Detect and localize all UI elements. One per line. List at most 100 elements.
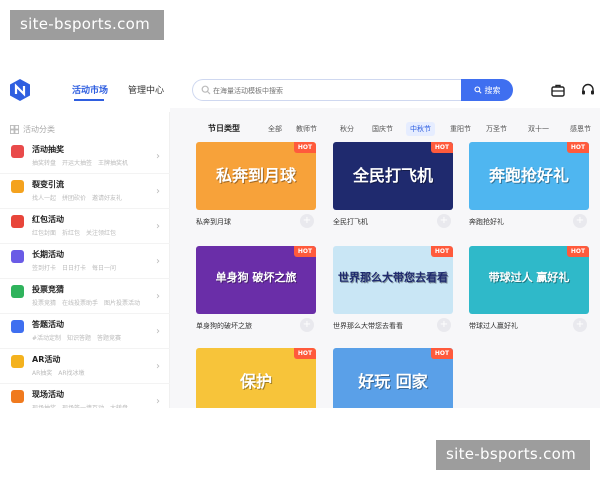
- search-box: [192, 79, 462, 101]
- sidebar-sub-link[interactable]: 签到打卡: [32, 265, 56, 272]
- activity-card[interactable]: 带球过人 赢好礼 HOT 带球过人赢好礼 +: [469, 246, 589, 346]
- card-thumbnail[interactable]: 私奔到月球 HOT: [196, 142, 316, 210]
- sidebar-item[interactable]: 现场活动现场抽奖 现场签一墙互动 大转盘 ›: [0, 385, 170, 408]
- card-art-text: 带球过人 赢好礼: [488, 270, 570, 284]
- sidebar-sub-link[interactable]: 找人一起: [32, 195, 56, 202]
- tab-management-center[interactable]: 管理中心: [128, 83, 164, 96]
- sidebar-item[interactable]: 红包活动红包封面 拆红包 关注领红包 ›: [0, 210, 170, 244]
- sidebar-item[interactable]: 长期活动 签到打卡 日日打卡 每日一问 ›: [0, 245, 170, 279]
- activity-card[interactable]: 好玩 回家 HOT: [333, 348, 453, 408]
- calendar-icon: [11, 250, 24, 263]
- card-thumbnail[interactable]: 带球过人 赢好礼 HOT: [469, 246, 589, 314]
- briefcase-icon[interactable]: [550, 82, 566, 98]
- card-title[interactable]: 奔跑抢好礼: [469, 217, 504, 227]
- filter-chip[interactable]: 教师节: [292, 122, 321, 136]
- sidebar-sub-link[interactable]: 现场签一墙互动: [62, 405, 104, 408]
- chevron-right-icon: ›: [156, 221, 160, 232]
- activity-card[interactable]: 单身狗 破坏之旅 HOT 单身狗的破坏之旅 +: [196, 246, 316, 346]
- sidebar-sub-link[interactable]: 知识答题: [67, 335, 91, 342]
- filter-chip[interactable]: 中秋节: [406, 122, 435, 136]
- filter-chip[interactable]: 国庆节: [368, 122, 397, 136]
- sidebar-sub-link[interactable]: 答题竞赛: [97, 335, 121, 342]
- activity-card[interactable]: 世界那么大带您去看看 HOT 世界那么大带您去看看 +: [333, 246, 453, 346]
- vote-icon: [11, 285, 24, 298]
- activity-card[interactable]: 全民打飞机 HOT 全民打飞机 +: [333, 142, 453, 242]
- app-logo-icon[interactable]: [8, 78, 32, 102]
- sidebar-sub-link[interactable]: 投票竞猜: [32, 300, 56, 307]
- sidebar-sub-link[interactable]: AR抽奖: [32, 370, 52, 377]
- hot-badge: HOT: [294, 246, 316, 257]
- card-thumbnail[interactable]: 世界那么大带您去看看 HOT: [333, 246, 453, 314]
- activity-card[interactable]: 保护 HOT: [196, 348, 316, 408]
- sidebar-sub-link[interactable]: 在线投票助手: [62, 300, 98, 307]
- card-thumbnail[interactable]: 全民打飞机 HOT: [333, 142, 453, 210]
- card-art-text: 全民打飞机: [352, 166, 433, 185]
- sidebar-item[interactable]: 裂变引流 找人一起 拼团砍价 邀请好友礼 ›: [0, 175, 170, 209]
- watermark-top: site-bsports.com: [10, 10, 164, 40]
- sidebar-item[interactable]: 答题活动 #活动定制 知识答题 答题竞赛 ›: [0, 315, 170, 349]
- sidebar-heading-label: 活动分类: [23, 125, 55, 134]
- chevron-right-icon: ›: [156, 361, 160, 372]
- sidebar-item[interactable]: 投票竞猜 投票竞猜 在线投票助手 图片投票活动 ›: [0, 280, 170, 314]
- card-title[interactable]: 私奔到月球: [196, 217, 231, 227]
- hot-badge: HOT: [294, 348, 316, 359]
- headset-icon[interactable]: [580, 82, 596, 98]
- plus-icon[interactable]: +: [437, 318, 451, 332]
- category-sidebar: 活动分类 活动抽奖抽奖转盘 开运大抽签 王牌抽奖机 › 裂变引流 找人一起 拼团砍价 邀请好友…: [0, 112, 170, 408]
- sidebar-item-title: 长期活动: [32, 250, 64, 259]
- sidebar-sub-link[interactable]: 拼团砍价: [62, 195, 86, 202]
- activity-card[interactable]: 奔跑抢好礼 HOT 奔跑抢好礼 +: [469, 142, 589, 242]
- card-thumbnail[interactable]: 保护 HOT: [196, 348, 316, 408]
- plus-icon[interactable]: +: [573, 214, 587, 228]
- sidebar-sub-link[interactable]: 邀请好友礼: [92, 195, 122, 202]
- card-art-text: 私奔到月球: [215, 166, 296, 185]
- sidebar-sub-link[interactable]: 现场抽奖: [32, 405, 56, 408]
- sidebar-sub-link[interactable]: 红包封面: [32, 230, 56, 237]
- sidebar-item-title: 活动抽奖: [32, 145, 64, 154]
- plus-icon[interactable]: +: [437, 214, 451, 228]
- sidebar-sub-link[interactable]: 王牌抽奖机: [98, 160, 128, 167]
- sidebar-sub-link[interactable]: 每日一问: [92, 265, 116, 272]
- sidebar-sub-link[interactable]: #活动定制: [32, 335, 61, 342]
- card-thumbnail[interactable]: 奔跑抢好礼 HOT: [469, 142, 589, 210]
- filter-chip[interactable]: 全部: [264, 122, 286, 136]
- sidebar-item-subs: 投票竞猜 在线投票助手 图片投票活动: [32, 298, 146, 307]
- card-title[interactable]: 世界那么大带您去看看: [333, 321, 403, 331]
- card-thumbnail[interactable]: 单身狗 破坏之旅 HOT: [196, 246, 316, 314]
- sidebar-sub-link[interactable]: 抽奖转盘: [32, 160, 56, 167]
- filter-chip[interactable]: 感恩节: [566, 122, 595, 136]
- tab-activity-market[interactable]: 活动市场: [72, 83, 108, 96]
- sidebar-sub-link[interactable]: 大转盘: [110, 405, 128, 408]
- sidebar-item-subs: #活动定制 知识答题 答题竞赛: [32, 333, 127, 342]
- card-title[interactable]: 单身狗的破坏之旅: [196, 321, 252, 331]
- sidebar-sub-link[interactable]: AR找冰墩: [58, 370, 84, 377]
- sidebar-item[interactable]: AR活动 AR抽奖 AR找冰墩 ›: [0, 350, 170, 384]
- card-title[interactable]: 全民打飞机: [333, 217, 368, 227]
- activity-card[interactable]: 私奔到月球 HOT 私奔到月球 +: [196, 142, 316, 242]
- plus-icon[interactable]: +: [300, 318, 314, 332]
- sidebar-item-title: 投票竞猜: [32, 285, 64, 294]
- header: 活动市场 管理中心 搜索: [0, 72, 600, 108]
- sidebar-item-subs: 找人一起 拼团砍价 邀请好友礼: [32, 193, 128, 202]
- plus-icon[interactable]: +: [300, 214, 314, 228]
- filter-chip[interactable]: 万圣节: [482, 122, 511, 136]
- sidebar-sub-link[interactable]: 图片投票活动: [104, 300, 140, 307]
- filter-label: 节日类型: [208, 124, 240, 133]
- card-title[interactable]: 带球过人赢好礼: [469, 321, 518, 331]
- card-art-text: 世界那么大带您去看看: [338, 270, 448, 284]
- sidebar-sub-link[interactable]: 开运大抽签: [62, 160, 92, 167]
- filter-chip[interactable]: 双十一: [524, 122, 553, 136]
- plus-icon[interactable]: +: [573, 318, 587, 332]
- search-input[interactable]: [213, 83, 453, 98]
- sidebar-sub-link[interactable]: 拆红包: [62, 230, 80, 237]
- search-button[interactable]: 搜索: [461, 79, 513, 101]
- filter-chip[interactable]: 秋分: [336, 122, 358, 136]
- sidebar-item-subs: 抽奖转盘 开运大抽签 王牌抽奖机: [32, 158, 134, 167]
- card-thumbnail[interactable]: 好玩 回家 HOT: [333, 348, 453, 408]
- sidebar-item-title: 红包活动: [32, 215, 64, 224]
- sidebar-item[interactable]: 活动抽奖 抽奖转盘 开运大抽签 王牌抽奖机 ›: [0, 140, 170, 174]
- sidebar-sub-link[interactable]: 关注领红包: [86, 230, 116, 237]
- filter-chip[interactable]: 重阳节: [446, 122, 475, 136]
- hot-badge: HOT: [431, 142, 453, 153]
- sidebar-sub-link[interactable]: 日日打卡: [62, 265, 86, 272]
